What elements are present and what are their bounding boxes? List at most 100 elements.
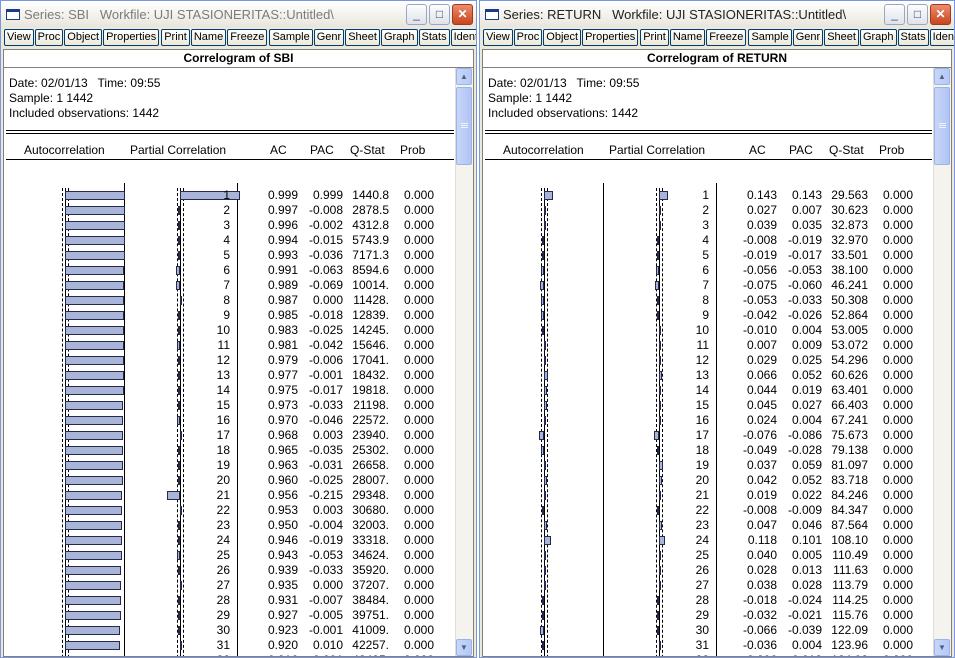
pac-cell: 0.022 (791, 488, 822, 502)
lag-cell: 12 (695, 353, 709, 367)
vertical-scrollbar[interactable]: ▲ ▼ (933, 68, 951, 656)
scroll-down-arrow[interactable]: ▼ (934, 639, 950, 656)
qstat-cell: 75.673 (831, 428, 868, 442)
prob-cell: 0.000 (882, 338, 913, 352)
toolbar-print-button[interactable]: Print (640, 29, 669, 46)
prob-cell: 0.000 (403, 308, 434, 322)
maximize-button[interactable]: □ (907, 3, 928, 25)
pac-bar (659, 521, 662, 530)
toolbar-ident-button[interactable]: Ident (929, 29, 954, 46)
pac-bar (178, 461, 180, 470)
toolbar-properties-button[interactable]: Properties (103, 29, 160, 46)
scroll-thumb[interactable] (456, 87, 472, 165)
toolbar-object-button[interactable]: Object (64, 29, 103, 46)
qstat-cell: 53.005 (831, 323, 868, 337)
toolbar-view-button[interactable]: View (483, 29, 513, 46)
ac-cell: 0.920 (267, 638, 298, 652)
toolbar-name-button[interactable]: Name (669, 29, 706, 46)
lag-cell: 32 (689, 653, 709, 656)
qstat-cell: 108.10 (831, 533, 868, 547)
pac-cell: 0.004 (791, 323, 822, 337)
ac-cell: 0.996 (267, 218, 298, 232)
ac-bar (65, 326, 124, 335)
header-rule (6, 130, 454, 131)
lag-cell: 11 (217, 338, 230, 352)
pac-cell: -0.031 (308, 458, 343, 472)
ac-cell: -0.036 (742, 638, 777, 652)
qstat-cell: 10014. (352, 278, 389, 292)
pac-cell: 0.018 (782, 653, 822, 656)
scroll-down-arrow[interactable]: ▼ (456, 639, 472, 656)
prob-cell: 0.000 (403, 413, 434, 427)
pac-bar (657, 296, 659, 305)
toolbar-view-button[interactable]: View (4, 29, 34, 46)
title-bar[interactable]: Series: SBI Workfile: UJI STASIONERITAS:… (1, 1, 476, 27)
lag-cell: 22 (216, 503, 230, 517)
ac-bar (539, 281, 544, 290)
close-button[interactable]: ✕ (930, 3, 951, 25)
return-series-window[interactable]: Series: RETURN Workfile: UJI STASIONERIT… (479, 0, 955, 658)
pac-bar (653, 431, 659, 440)
lag-cell: 28 (695, 593, 709, 607)
qstat-cell: 84.347 (831, 503, 868, 517)
window-icon (6, 8, 20, 20)
toolbar-object-button[interactable]: Object (543, 29, 582, 46)
toolbar-proc-button[interactable]: Proc (513, 29, 543, 46)
lag-cell: 15 (695, 398, 709, 412)
pac-bar (178, 536, 180, 545)
minimize-button[interactable]: _ (406, 3, 427, 25)
toolbar-freeze-button[interactable]: Freeze (706, 29, 747, 46)
vertical-scrollbar[interactable]: ▲ ▼ (455, 68, 473, 656)
partial-correlation-header: Partial Correlation (130, 143, 227, 157)
toolbar-sample-button[interactable]: Sample (748, 29, 792, 46)
scroll-up-arrow[interactable]: ▲ (934, 68, 950, 85)
toolbar-graph-button[interactable]: Graph (380, 29, 418, 46)
close-button[interactable]: ✕ (452, 3, 473, 25)
pac-cell: -0.036 (308, 248, 343, 262)
ac-cell: -0.042 (742, 308, 777, 322)
confidence-band (183, 188, 185, 656)
toolbar-proc-button[interactable]: Proc (34, 29, 64, 46)
toolbar-freeze-button[interactable]: Freeze (227, 29, 268, 46)
lag-cell: 24 (216, 533, 230, 547)
lag-cell: 7 (223, 278, 230, 292)
ac-bar (65, 356, 124, 365)
qstat-cell: 28007. (352, 473, 389, 487)
pac-cell: -0.086 (787, 428, 822, 442)
toolbar-sheet-button[interactable]: Sheet (824, 29, 859, 46)
toolbar-genr-button[interactable]: Genr (792, 29, 824, 46)
qstat-cell: 67.241 (831, 413, 868, 427)
scroll-thumb[interactable] (934, 87, 950, 165)
ac-cell: 0.960 (267, 473, 298, 487)
scroll-up-arrow[interactable]: ▲ (456, 68, 472, 85)
pac-cell: 0.101 (791, 533, 822, 547)
pac-cell: -0.001 (308, 368, 343, 382)
ac-cell: -0.056 (742, 263, 777, 277)
toolbar-graph-button[interactable]: Graph (859, 29, 897, 46)
toolbar-ident-button[interactable]: Ident (450, 29, 476, 46)
toolbar-stats-button[interactable]: Stats (897, 29, 929, 46)
toolbar-properties-button[interactable]: Properties (582, 29, 639, 46)
correlogram-panel: Correlogram of RETURN Date: 02/01/13 Tim… (482, 49, 952, 657)
toolbar-sample-button[interactable]: Sample (269, 29, 313, 46)
sbi-series-window[interactable]: Series: SBI Workfile: UJI STASIONERITAS:… (0, 0, 477, 658)
ac-bar (542, 326, 544, 335)
prob-cell: 0.000 (882, 533, 913, 547)
prob-cell: 0.000 (400, 653, 434, 656)
qstat-header: Q-Stat (829, 143, 864, 157)
prob-header: Prob (400, 143, 426, 157)
window-title: Series: SBI Workfile: UJI STASIONERITAS:… (24, 6, 334, 22)
toolbar-sheet-button[interactable]: Sheet (345, 29, 380, 46)
title-bar[interactable]: Series: RETURN Workfile: UJI STASIONERIT… (480, 1, 954, 27)
qstat-cell: 5743.9 (352, 233, 389, 247)
toolbar-name-button[interactable]: Name (190, 29, 227, 46)
toolbar-genr-button[interactable]: Genr (313, 29, 345, 46)
toolbar-print-button[interactable]: Print (161, 29, 190, 46)
maximize-button[interactable]: □ (429, 3, 450, 25)
pac-cell: -0.019 (787, 233, 822, 247)
qstat-cell: 33.501 (831, 248, 868, 262)
toolbar-stats-button[interactable]: Stats (418, 29, 450, 46)
prob-cell: 0.000 (882, 488, 913, 502)
ac-bar (65, 596, 121, 605)
minimize-button[interactable]: _ (884, 3, 905, 25)
